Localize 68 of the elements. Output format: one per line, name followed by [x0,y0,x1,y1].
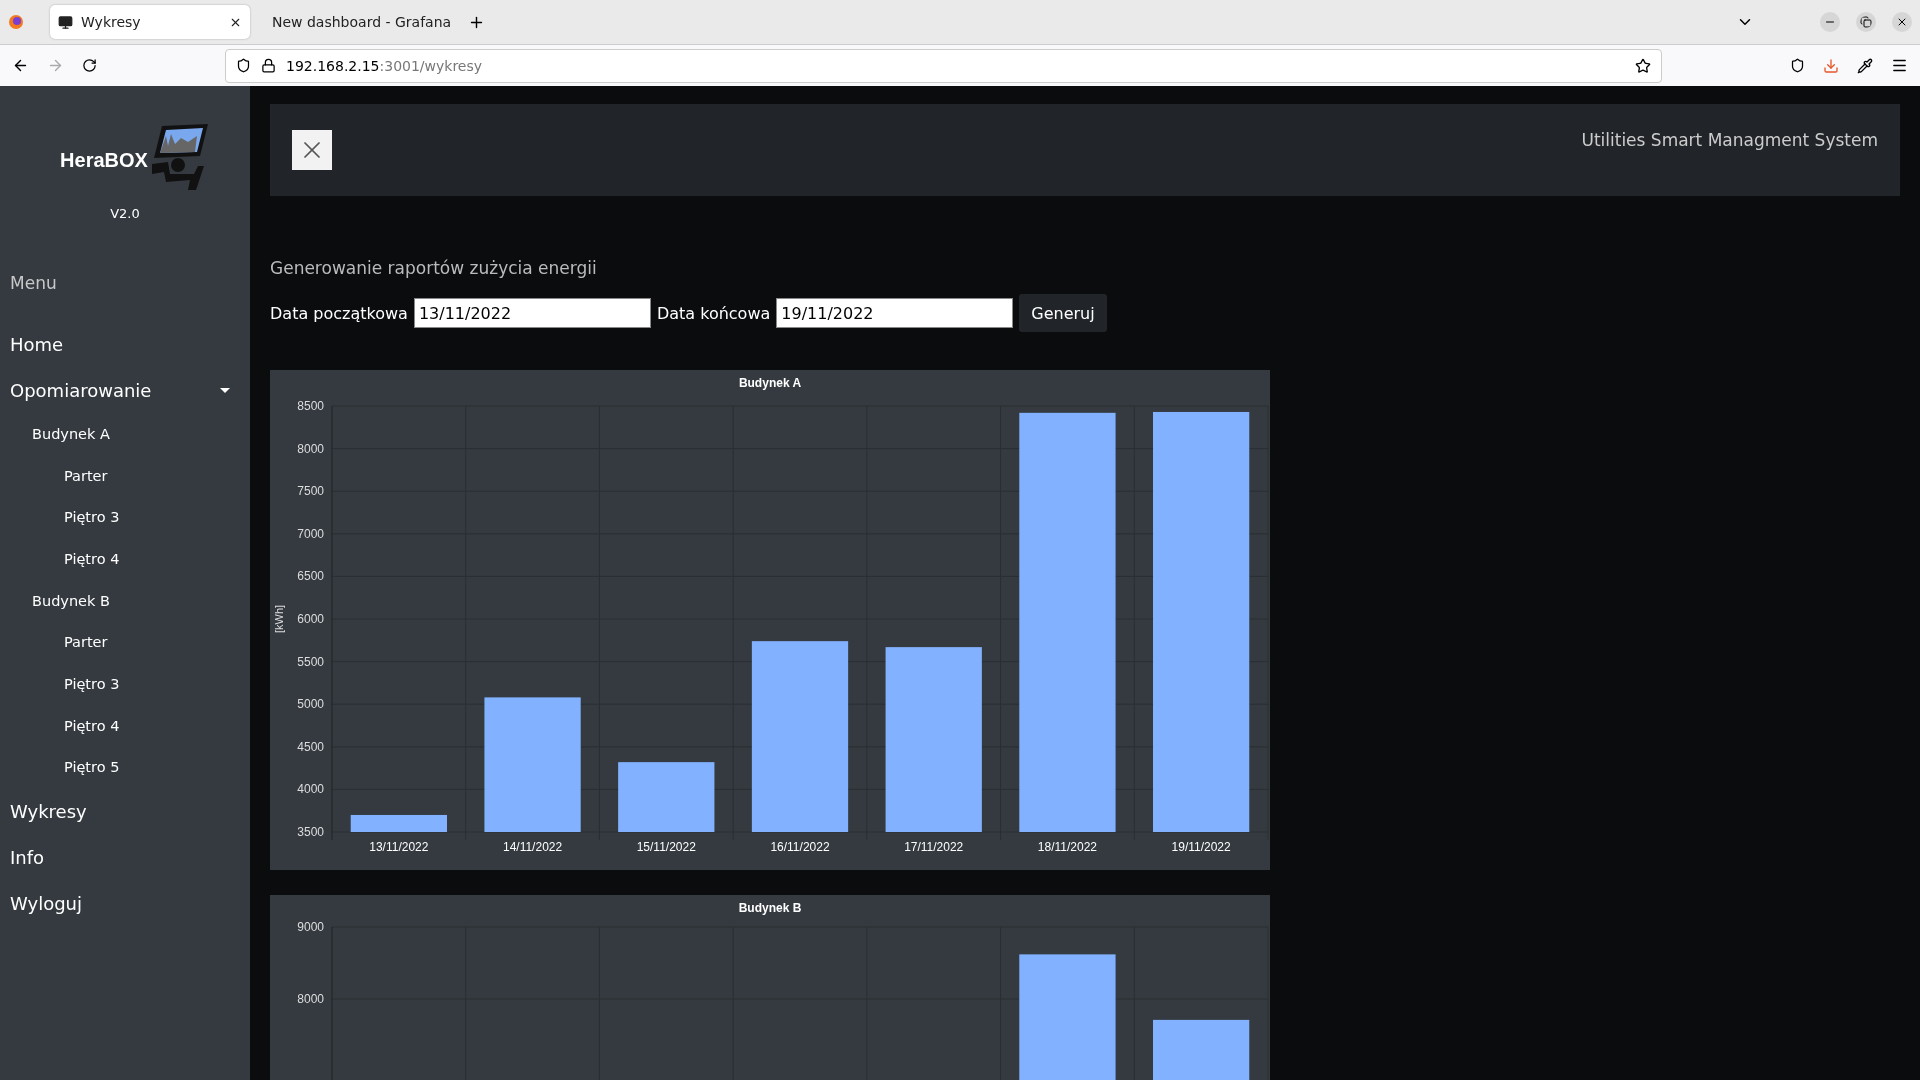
y-tick-label: 6000 [297,612,324,626]
sidebar-item[interactable]: Budynek A [0,413,250,455]
caret-icon [220,387,230,393]
y-tick-label: 5500 [297,654,324,669]
sidebar-item[interactable]: Parter [0,454,250,497]
sidebar-item[interactable]: Piętro 3 [0,663,250,705]
close-icon[interactable] [1892,12,1912,32]
sidebar-item[interactable]: Info [0,834,250,881]
x-tick-label: 15/11/2022 [636,840,696,854]
sidebar-item[interactable]: Parter [0,621,250,664]
download-icon[interactable] [1823,57,1839,74]
menu-heading: Menu [9,273,58,293]
y-tick-label: 7500 [297,484,324,499]
star-icon[interactable] [1635,57,1651,74]
generate-button[interactable]: Generuj [1019,294,1107,332]
end-date-label: Data końcowa [656,303,771,323]
x-tick-label: 14/11/2022 [503,840,563,854]
sidebar-item[interactable]: Piętro 3 [0,496,250,539]
y-tick-label: 5000 [297,697,324,712]
tab-title: New dashboard - Grafana [272,14,452,30]
y-tick-label: 7000 [297,526,324,541]
minimize-icon[interactable] [1820,12,1840,32]
y-axis-label: [kWh] [273,604,285,634]
restore-icon[interactable] [1856,12,1876,32]
chart-title: Budynek B [738,901,802,915]
x-tick-label: 16/11/2022 [770,840,830,854]
address-bar[interactable]: 192.168.2.15:3001/wykresy [225,48,1662,83]
menu-icon[interactable] [1891,57,1908,74]
browser-logo-icon [8,14,24,30]
y-tick-label: 8000 [297,441,324,456]
y-tick-label: 8000 [297,992,324,1006]
y-tick-label: 4000 [297,782,324,797]
sidebar-item[interactable]: Piętro 4 [0,704,250,747]
x-tick-label: 19/11/2022 [1171,840,1231,854]
monitor-icon [58,14,73,30]
y-tick-label: 8500 [297,399,324,413]
version-label: V2.0 [109,206,141,221]
sidebar-item[interactable]: Home [0,321,250,367]
eyedropper-icon[interactable] [1857,57,1873,74]
reload-icon[interactable] [82,58,97,73]
browser-tab[interactable]: New dashboard - Grafana [256,5,456,39]
tab-title: Wykresy [81,14,142,30]
sidebar-item[interactable]: Wykresy [0,788,250,835]
x-tick-label: 18/11/2022 [1037,840,1097,854]
x-tick-label: 17/11/2022 [904,840,964,854]
sidebar-item[interactable]: Piętro 5 [0,746,250,789]
y-tick-label: 3500 [297,825,324,839]
y-tick-label: 4500 [297,739,324,754]
start-date-field[interactable]: 13/11/2022 [413,298,651,328]
shield-icon [236,58,251,73]
y-tick-label: 6500 [297,569,324,584]
chart-title: Budynek A [738,376,802,390]
browser-tab[interactable]: Wykresy [50,5,250,39]
sidebar-item[interactable]: Piętro 4 [0,538,250,580]
lock-icon [261,58,276,73]
sidebar-item[interactable]: Budynek B [0,579,250,622]
sidebar-item[interactable]: Wyloguj [0,880,250,927]
sidebar-item[interactable]: Opomiarowanie [0,367,250,413]
start-date-label: Data początkowa [270,303,408,323]
report-heading: Generowanie raportów zużycia energii [270,258,598,278]
end-date-field[interactable]: 19/11/2022 [776,298,1014,328]
close-button[interactable] [292,130,332,170]
app-title: Utilities Smart Managment System [1581,130,1878,150]
logo-text: HeraBOX [60,149,148,172]
y-tick-label: 9000 [297,920,324,934]
x-tick-label: 13/11/2022 [369,840,429,854]
back-icon[interactable] [12,57,29,74]
url-text: 192.168.2.15:3001/wykresy [286,57,484,74]
